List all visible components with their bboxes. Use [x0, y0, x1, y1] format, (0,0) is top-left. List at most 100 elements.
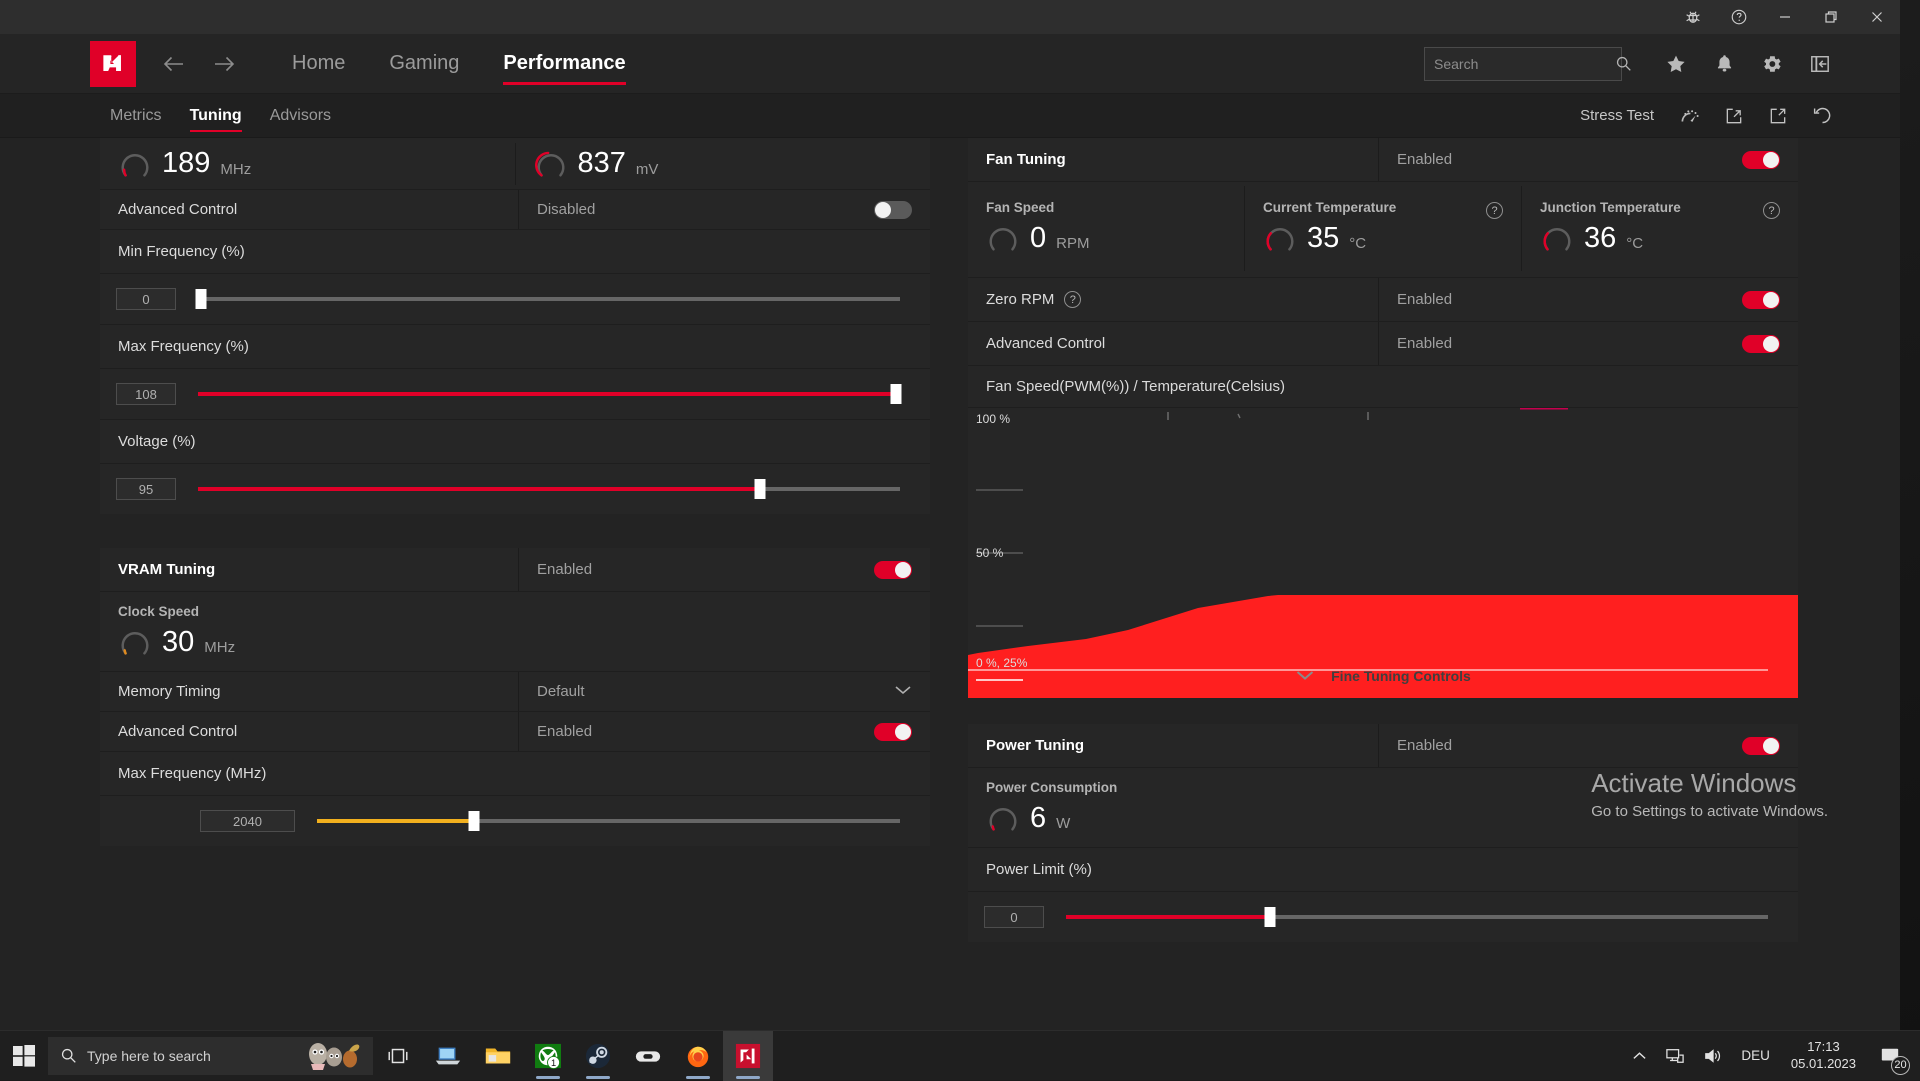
cortana-mascot-icon: [305, 1041, 363, 1071]
power-limit-slider-row[interactable]: 0: [968, 892, 1798, 942]
power-tuning-header-row[interactable]: Power Tuning Enabled: [968, 724, 1798, 768]
power-consumption-unit: W: [1056, 815, 1070, 835]
remote-desktop-icon[interactable]: [423, 1031, 473, 1081]
oculus-icon[interactable]: [623, 1031, 673, 1081]
language-indicator[interactable]: DEU: [1732, 1031, 1779, 1081]
memory-timing-value: Default: [537, 683, 894, 700]
spacer: [968, 698, 1798, 724]
vram-tuning-state: Enabled: [537, 561, 874, 578]
reset-icon[interactable]: [1800, 98, 1844, 134]
amd-radeon-software-icon[interactable]: [723, 1031, 773, 1081]
voltage-percent-slider-row[interactable]: 95: [100, 464, 930, 514]
network-icon[interactable]: [1656, 1031, 1694, 1081]
gpu-frequency-metric: 189 MHz: [118, 147, 251, 181]
vram-max-frequency-value[interactable]: 2040: [200, 810, 295, 832]
tab-advisors[interactable]: Advisors: [256, 94, 345, 137]
voltage-percent-value[interactable]: 95: [116, 478, 176, 500]
fan-curve-chart[interactable]: 100 % 50 % 0 %, 25% Fine Tuning Controls: [968, 408, 1798, 698]
export-profile-icon[interactable]: [1756, 98, 1800, 134]
import-profile-icon[interactable]: [1712, 98, 1756, 134]
star-icon[interactable]: [1652, 42, 1700, 86]
notification-center-icon[interactable]: 20: [1868, 1031, 1912, 1081]
help-icon[interactable]: ?: [1763, 202, 1780, 219]
stress-test-gauge-icon[interactable]: [1668, 98, 1712, 134]
search-input[interactable]: [1434, 56, 1615, 72]
nav-link-performance[interactable]: Performance: [481, 34, 647, 93]
memory-timing-row[interactable]: Memory Timing Default: [100, 672, 930, 712]
fan-curve-svg[interactable]: [968, 408, 1798, 698]
fine-tuning-controls-button[interactable]: Fine Tuning Controls: [968, 668, 1798, 684]
restore-button[interactable]: [1808, 0, 1854, 34]
voltage-percent-track[interactable]: [198, 487, 900, 491]
fan-speed-metric-cell: Fan Speed 0 RPM: [968, 186, 1244, 271]
vram-max-frequency-track[interactable]: [317, 819, 900, 823]
close-button[interactable]: [1854, 0, 1900, 34]
power-limit-track[interactable]: [1066, 915, 1768, 919]
taskbar-search[interactable]: Type here to search: [48, 1037, 373, 1075]
show-hidden-icons-icon[interactable]: [1623, 1031, 1656, 1081]
vram-max-frequency-slider-row[interactable]: 2040: [100, 796, 930, 846]
start-button[interactable]: [0, 1031, 48, 1081]
fan-advanced-control-toggle[interactable]: [1742, 335, 1780, 353]
max-frequency-value[interactable]: 108: [116, 383, 176, 405]
max-frequency-label: Max Frequency (%): [100, 325, 930, 369]
title-bar: [0, 0, 1900, 34]
task-view-icon[interactable]: [373, 1031, 423, 1081]
junction-temperature-label: Junction Temperature: [1540, 200, 1681, 215]
collapse-panel-icon[interactable]: [1796, 42, 1844, 86]
vram-tuning-toggle[interactable]: [874, 561, 912, 579]
gpu-frequency-unit: MHz: [220, 161, 251, 181]
max-frequency-knob[interactable]: [890, 384, 901, 404]
help-icon[interactable]: ?: [1486, 202, 1503, 219]
search-box[interactable]: [1424, 47, 1622, 81]
vram-tuning-header-row[interactable]: VRAM Tuning Enabled: [100, 548, 930, 592]
gpu-advanced-control-row[interactable]: Advanced Control Disabled: [100, 190, 930, 230]
max-frequency-slider-row[interactable]: 108: [100, 369, 930, 420]
vram-clock-speed-row: Clock Speed 30 MHz: [100, 592, 930, 672]
min-frequency-value[interactable]: 0: [116, 288, 176, 310]
vram-max-frequency-label: Max Frequency (MHz): [100, 752, 930, 796]
vram-advanced-control-toggle[interactable]: [874, 723, 912, 741]
current-temperature-metric: 35 °C: [1263, 221, 1503, 255]
nav-forward-icon[interactable]: [204, 44, 244, 84]
help-icon[interactable]: ?: [1064, 291, 1081, 308]
amd-logo-icon[interactable]: [90, 41, 136, 87]
min-frequency-track[interactable]: [198, 297, 900, 301]
max-frequency-track[interactable]: [198, 392, 900, 396]
spacer: [100, 514, 930, 548]
steam-icon[interactable]: [573, 1031, 623, 1081]
gauge-icon: [1540, 221, 1574, 255]
bell-icon[interactable]: [1700, 42, 1748, 86]
tab-metrics[interactable]: Metrics: [110, 94, 176, 137]
clock-time: 17:13: [1791, 1039, 1856, 1056]
fan-curve-title: Fan Speed(PWM(%)) / Temperature(Celsius): [968, 366, 1798, 408]
fan-advanced-control-row[interactable]: Advanced Control Enabled: [968, 322, 1798, 366]
zero-rpm-row[interactable]: Zero RPM ? Enabled: [968, 278, 1798, 322]
nav-back-icon[interactable]: [154, 44, 194, 84]
zero-rpm-toggle[interactable]: [1742, 291, 1780, 309]
gpu-advanced-control-toggle[interactable]: [874, 201, 912, 219]
gear-icon[interactable]: [1748, 42, 1796, 86]
power-limit-knob[interactable]: [1264, 907, 1275, 927]
fan-tuning-toggle[interactable]: [1742, 151, 1780, 169]
minimize-button[interactable]: [1762, 0, 1808, 34]
file-explorer-icon[interactable]: [473, 1031, 523, 1081]
vram-advanced-control-row[interactable]: Advanced Control Enabled: [100, 712, 930, 752]
xbox-game-bar-icon[interactable]: 1: [523, 1031, 573, 1081]
nav-link-gaming[interactable]: Gaming: [367, 34, 481, 93]
voltage-percent-knob[interactable]: [754, 479, 765, 499]
nav-link-home[interactable]: Home: [270, 34, 367, 93]
bug-report-icon[interactable]: [1670, 0, 1716, 34]
min-frequency-slider-row[interactable]: 0: [100, 274, 930, 325]
chevron-down-icon[interactable]: [894, 683, 912, 701]
firefox-icon[interactable]: [673, 1031, 723, 1081]
vram-max-frequency-knob[interactable]: [469, 811, 480, 831]
fan-tuning-header-row[interactable]: Fan Tuning Enabled: [968, 138, 1798, 182]
min-frequency-knob[interactable]: [195, 289, 206, 309]
help-icon[interactable]: [1716, 0, 1762, 34]
tab-tuning[interactable]: Tuning: [176, 94, 256, 137]
volume-icon[interactable]: [1694, 1031, 1732, 1081]
taskbar-clock[interactable]: 17:13 05.01.2023: [1779, 1039, 1868, 1073]
power-limit-value[interactable]: 0: [984, 906, 1044, 928]
power-tuning-toggle[interactable]: [1742, 737, 1780, 755]
